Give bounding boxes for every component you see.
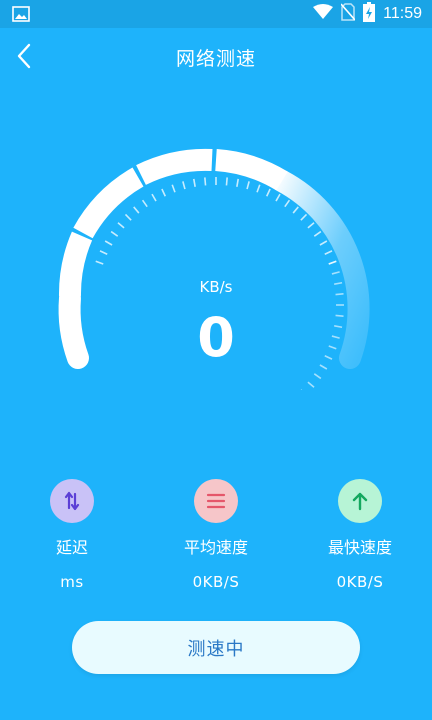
gauge-tick xyxy=(300,213,308,221)
gauge-segment-5 xyxy=(214,149,288,191)
gauge-tick xyxy=(104,240,113,246)
gauge-tick xyxy=(95,260,104,265)
gauge-tick xyxy=(171,184,176,193)
status-time: 11:59 xyxy=(383,5,422,22)
gauge-tick xyxy=(284,199,291,208)
stat-max-speed-value: 0KB/S xyxy=(336,573,384,591)
gauge-unit-label: KB/s xyxy=(199,278,233,296)
gauge-tick xyxy=(192,178,196,187)
stat-average-speed-value: 0KB/S xyxy=(192,573,240,591)
stat-average-speed-label: 平均速度 xyxy=(183,538,248,557)
gauge-tick xyxy=(141,199,148,208)
gauge-tick xyxy=(307,381,315,388)
stat-max-speed: 最快速度 0KB/S xyxy=(288,476,432,591)
status-icons: 11:59 xyxy=(313,2,422,26)
gauge-tick xyxy=(117,222,125,229)
gauge-tick xyxy=(236,178,240,187)
stat-latency-value: ms xyxy=(60,573,84,591)
gauge-tick xyxy=(225,177,228,186)
up-arrow-icon xyxy=(338,479,382,523)
gauge-tick xyxy=(331,271,340,275)
gauge-tick xyxy=(204,177,207,186)
gauge-tick xyxy=(324,250,333,256)
gauge-speed-value: 0 xyxy=(197,306,235,369)
menu-lines-icon xyxy=(194,479,238,523)
speed-test-button[interactable]: 测速中 xyxy=(72,621,360,674)
battery-charging-icon xyxy=(363,2,376,26)
gauge-tick xyxy=(182,181,186,190)
gauge-tick xyxy=(133,206,140,214)
gauge-segment-4 xyxy=(136,148,213,185)
latency-arrows-icon xyxy=(50,479,94,523)
gauge-tick xyxy=(265,188,271,197)
gauge-tick xyxy=(151,193,157,202)
page-title: 网络测速 xyxy=(175,48,256,70)
gauge-tick xyxy=(313,373,322,380)
gauge-tick xyxy=(275,193,281,202)
wifi-icon xyxy=(313,4,334,24)
stats-row: 延迟 ms 平均速度 0KB/S 最快速度 0KB/S xyxy=(0,476,432,596)
stat-latency-label: 延迟 xyxy=(55,538,88,557)
gauge-tick xyxy=(246,181,250,190)
app-bar: 网络测速 xyxy=(0,28,432,84)
gallery-icon xyxy=(12,6,30,22)
gauge-tick xyxy=(124,213,132,221)
gauge-tick xyxy=(313,230,322,237)
gauge-tick xyxy=(161,188,167,197)
gauge-tick xyxy=(319,240,328,246)
gauge-segment-3 xyxy=(73,167,144,239)
stat-latency: 延迟 ms xyxy=(0,476,144,591)
gauge-tick xyxy=(328,260,337,265)
gauge-tick xyxy=(256,184,261,193)
gauge-tick xyxy=(99,250,108,256)
status-bar: 11:59 xyxy=(0,0,432,28)
gauge-tick xyxy=(292,206,299,214)
gauge-tick xyxy=(307,222,315,229)
no-sim-icon xyxy=(340,3,356,25)
gauge-tick xyxy=(110,230,119,237)
stat-average-speed: 平均速度 0KB/S xyxy=(144,476,288,591)
stat-max-speed-label: 最快速度 xyxy=(327,538,392,557)
